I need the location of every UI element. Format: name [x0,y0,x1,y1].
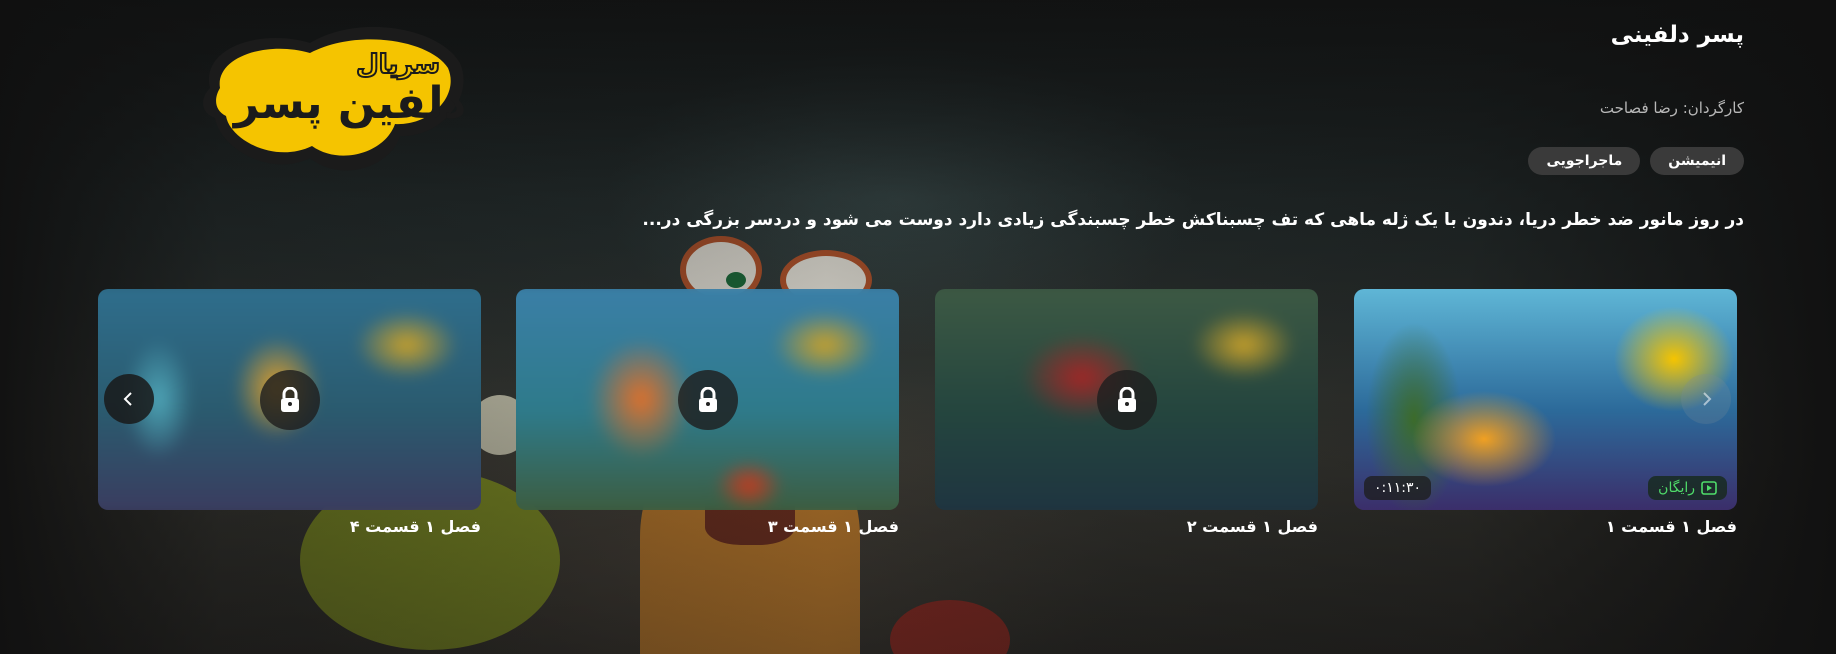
episode-thumbnail-2[interactable] [935,289,1318,510]
lock-icon [1117,386,1136,412]
show-logo: سریال دلفین پسر [203,26,466,171]
lock-badge [259,369,320,430]
episode-title-4[interactable]: فصل ۱ قسمت ۴ [98,517,481,536]
episode-title-2[interactable]: فصل ۱ قسمت ۲ [935,517,1318,536]
director-credit: کارگردان: رضا فصاحت [1599,99,1744,117]
lock-badge [1096,369,1157,430]
genre-chip-adventure[interactable]: ماجراجویی [1528,147,1641,175]
episode-card-4[interactable]: فصل ۱ قسمت ۴ [98,289,481,536]
genre-chip-animation[interactable]: انیمیشن [1650,147,1744,175]
free-badge-label: رایگان [1658,480,1695,496]
free-badge: رایگان [1648,476,1727,500]
episode-duration: ۰:۱۱:۳۰ [1364,476,1432,500]
genre-list: انیمیشن ماجراجویی [1528,147,1744,175]
play-icon [1701,481,1717,495]
episode-card-1[interactable]: رایگان ۰:۱۱:۳۰ فصل ۱ قسمت ۱ [1354,289,1737,536]
chevron-left-icon [123,392,132,406]
carousel-next-button[interactable] [1681,374,1731,424]
lock-icon [698,386,717,412]
episode-carousel: رایگان ۰:۱۱:۳۰ فصل ۱ قسمت ۱ فصل ۱ قسمت ۲ [98,289,1738,549]
show-title: پسر دلفینی [1610,22,1744,48]
episode-title-3[interactable]: فصل ۱ قسمت ۳ [516,517,899,536]
lock-icon [280,386,299,412]
episode-title-1[interactable]: فصل ۱ قسمت ۱ [1354,517,1737,536]
episode-thumbnail-3[interactable] [516,289,899,510]
episode-card-2[interactable]: فصل ۱ قسمت ۲ [935,289,1318,536]
episode-thumbnail-4[interactable] [98,289,481,510]
svg-text:دلفین پسر: دلفین پسر [232,78,466,129]
show-synopsis: در روز مانور ضد خطر دریا، دندون با یک ژل… [642,210,1744,230]
lock-badge [677,369,738,430]
chevron-right-icon [1703,392,1712,406]
episode-card-3[interactable]: فصل ۱ قسمت ۳ [516,289,899,536]
svg-text:سریال: سریال [356,50,440,80]
episode-thumbnail-1[interactable]: رایگان ۰:۱۱:۳۰ [1354,289,1737,510]
carousel-prev-button[interactable] [104,374,154,424]
